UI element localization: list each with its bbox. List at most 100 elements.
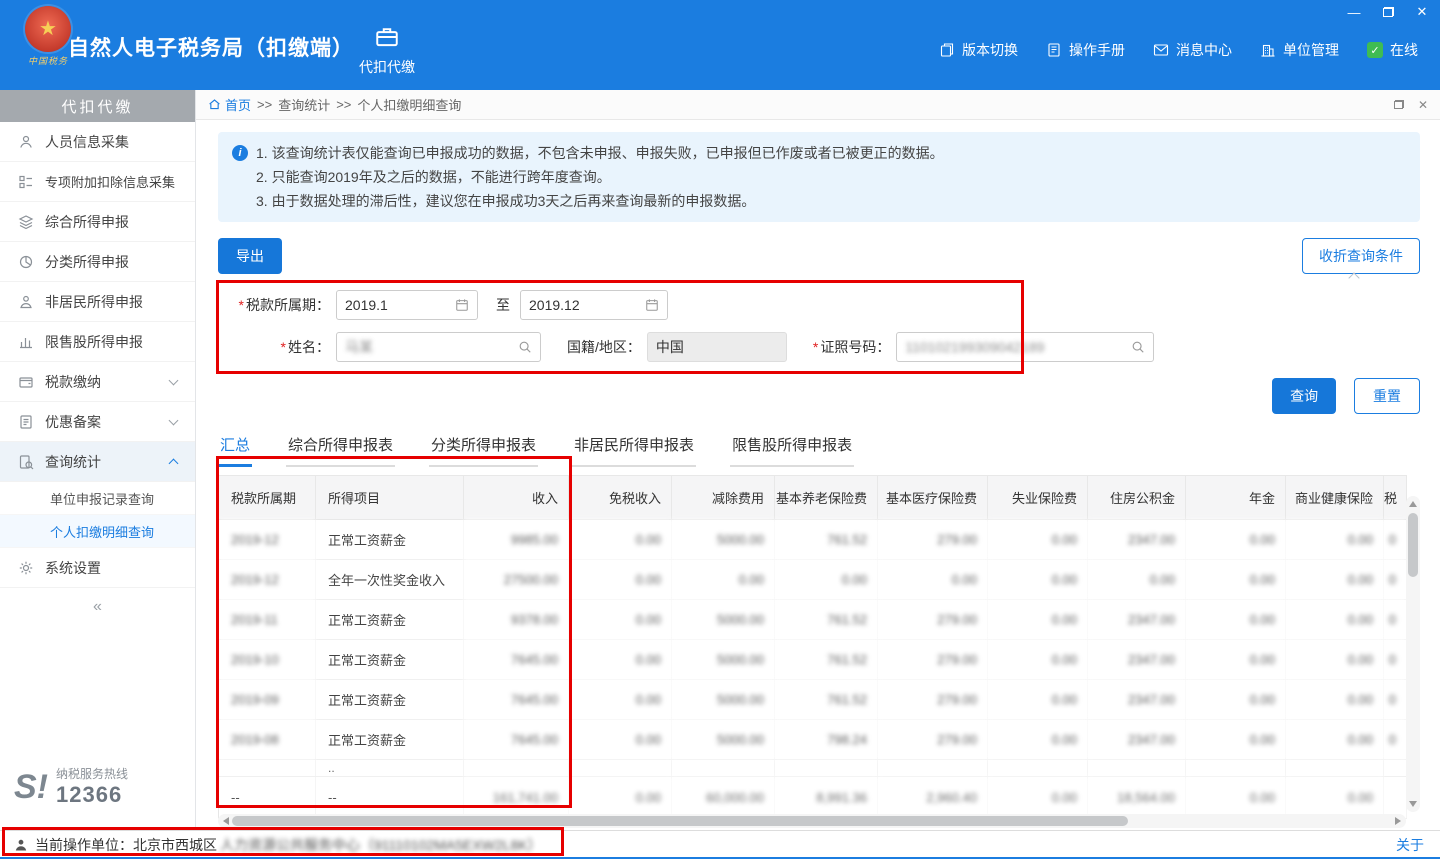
panel-restore-icon[interactable] bbox=[1394, 100, 1404, 109]
close-button[interactable]: ✕ bbox=[1414, 5, 1430, 19]
sidebar-item-restricted-shares[interactable]: 限售股所得申报 bbox=[0, 322, 195, 362]
app-window: — ✕ ★ 中国税务 自然人电子税务局（扣缴端） 代扣代缴 版本切换 bbox=[0, 0, 1440, 859]
table-cell: 279.00 bbox=[878, 640, 988, 680]
table-cell: 279.00 bbox=[878, 680, 988, 720]
search-icon[interactable] bbox=[1131, 340, 1145, 354]
vertical-scroll-thumb[interactable] bbox=[1408, 513, 1418, 577]
table-row[interactable]: 2019-09正常工资薪金7645.000.005000.00761.52279… bbox=[219, 680, 1407, 720]
content-area: i 1. 该查询统计表仅能查询已申报成功的数据，不包含未申报、申报失败，已申报但… bbox=[196, 120, 1440, 830]
horizontal-scroll-thumb[interactable] bbox=[232, 816, 1128, 826]
name-label: *姓名： bbox=[218, 337, 330, 357]
table-cell: 0.00 bbox=[1186, 640, 1286, 680]
table-row[interactable]: 2019-12全年一次性奖金收入27500.000.000.000.000.00… bbox=[219, 560, 1407, 600]
scroll-left-icon[interactable] bbox=[223, 817, 229, 825]
table-cell: 2019-08 bbox=[219, 720, 316, 760]
module-tab-withholding[interactable]: 代扣代缴 bbox=[344, 14, 430, 86]
sidebar-collapse-button[interactable]: « bbox=[0, 588, 195, 626]
scroll-up-icon[interactable] bbox=[1409, 501, 1417, 507]
calendar-icon[interactable] bbox=[455, 298, 469, 312]
hotline-number: 12366 bbox=[56, 782, 128, 808]
tab-nonresident[interactable]: 非居民所得申报表 bbox=[572, 428, 696, 467]
sidebar-item-preference-record[interactable]: 优惠备案 bbox=[0, 402, 195, 442]
table-cell: 9378.00 bbox=[464, 600, 569, 640]
deduction-icon bbox=[18, 174, 34, 190]
nav-version-switch[interactable]: 版本切换 bbox=[939, 40, 1018, 60]
table-cell: 0.00 bbox=[569, 560, 672, 600]
table-cell: 761.52 bbox=[775, 600, 878, 640]
table-row[interactable]: 2019-08正常工资薪金7645.000.005000.00798.24279… bbox=[219, 720, 1407, 760]
search-button[interactable]: 查询 bbox=[1272, 378, 1336, 414]
reset-button[interactable]: 重置 bbox=[1354, 378, 1420, 414]
sidebar-item-nonresident-income[interactable]: 非居民所得申报 bbox=[0, 282, 195, 322]
column-header: 住房公积金 bbox=[1088, 476, 1186, 520]
table-cell bbox=[219, 760, 316, 777]
sidebar-item-query-statistics[interactable]: 查询统计 bbox=[0, 442, 195, 482]
table-row[interactable]: 2019-12正常工资薪金9985.000.005000.00761.52279… bbox=[219, 520, 1407, 560]
minimize-button[interactable]: — bbox=[1346, 5, 1362, 19]
column-header: 免税收入 bbox=[569, 476, 672, 520]
table-cell bbox=[1286, 760, 1384, 777]
table-cell: 0.00 bbox=[988, 560, 1088, 600]
sidebar-subitem-personal-withholding-query[interactable]: 个人扣缴明细查询 bbox=[0, 515, 195, 548]
table-cell: 27500.00 bbox=[464, 560, 569, 600]
column-header: 所得项目 bbox=[316, 476, 464, 520]
table-cell bbox=[464, 760, 569, 777]
scroll-down-icon[interactable] bbox=[1409, 801, 1417, 807]
table-cell: 0.00 bbox=[672, 560, 775, 600]
column-header: 失业保险费 bbox=[988, 476, 1088, 520]
id-number-input[interactable]: 110102199309042189 bbox=[896, 332, 1154, 362]
sidebar-item-personnel-info[interactable]: 人员信息采集 bbox=[0, 122, 195, 162]
panel-close-icon[interactable]: ✕ bbox=[1418, 98, 1428, 112]
nav-message-center[interactable]: 消息中心 bbox=[1153, 40, 1232, 60]
table-cell: 正常工资薪金 bbox=[316, 600, 464, 640]
layers-icon bbox=[18, 214, 34, 230]
sidebar-item-special-deduction[interactable]: 专项附加扣除信息采集 bbox=[0, 162, 195, 202]
chevron-down-icon bbox=[169, 375, 179, 385]
sidebar-item-tax-payment[interactable]: 税款缴纳 bbox=[0, 362, 195, 402]
table-row[interactable]: 2019-10正常工资薪金7645.000.005000.00761.52279… bbox=[219, 640, 1407, 680]
calendar-icon[interactable] bbox=[645, 298, 659, 312]
vertical-scrollbar[interactable] bbox=[1406, 496, 1420, 812]
period-from-input[interactable]: 2019.1 bbox=[336, 290, 478, 320]
main-panel: 首页 >> 查询统计 >> 个人扣缴明细查询 ✕ i 1. 该查询统计表仅能查询… bbox=[196, 90, 1440, 830]
table-total-row[interactable]: ----161,741.000.0060,000.008,991.362,960… bbox=[219, 777, 1407, 819]
tab-restricted[interactable]: 限售股所得申报表 bbox=[730, 428, 854, 467]
table-cell: 2347.00 bbox=[1088, 720, 1186, 760]
collapse-query-button[interactable]: 收折查询条件 bbox=[1302, 238, 1420, 274]
name-input[interactable]: 马某 bbox=[336, 332, 541, 362]
nav-org-management[interactable]: 单位管理 bbox=[1260, 40, 1339, 60]
nationality-input[interactable]: 中国 bbox=[647, 332, 787, 362]
table-cell: 798.24 bbox=[775, 720, 878, 760]
table-cell: 0.00 bbox=[569, 777, 672, 819]
breadcrumb-home-link[interactable]: 首页 bbox=[208, 95, 251, 114]
table-cell: 0.00 bbox=[775, 560, 878, 600]
table-cell: 60,000.00 bbox=[672, 777, 775, 819]
table-cell: 7645.00 bbox=[464, 640, 569, 680]
hotline: S! 纳税服务热线 12366 bbox=[0, 765, 196, 808]
tab-classified[interactable]: 分类所得申报表 bbox=[429, 428, 538, 467]
sidebar-item-classified-income[interactable]: 分类所得申报 bbox=[0, 242, 195, 282]
sidebar-subitem-unit-declare-query[interactable]: 单位申报记录查询 bbox=[0, 482, 195, 515]
horizontal-scrollbar[interactable] bbox=[218, 814, 1406, 828]
search-icon[interactable] bbox=[518, 340, 532, 354]
nav-online-status[interactable]: ✓ 在线 bbox=[1367, 40, 1418, 60]
period-to-input[interactable]: 2019.12 bbox=[520, 290, 668, 320]
table-cell: 279.00 bbox=[878, 600, 988, 640]
about-link[interactable]: 关于 bbox=[1396, 835, 1424, 855]
sidebar-item-system-settings[interactable]: 系统设置 bbox=[0, 548, 195, 588]
tab-comprehensive[interactable]: 综合所得申报表 bbox=[286, 428, 395, 467]
table-cell: 5000.00 bbox=[672, 520, 775, 560]
table-row[interactable]: .. bbox=[219, 760, 1407, 777]
table-cell: 0 bbox=[1384, 720, 1407, 760]
tab-summary[interactable]: 汇总 bbox=[218, 428, 252, 467]
column-header: 年金 bbox=[1186, 476, 1286, 520]
status-bar: 当前操作单位：北京市西城区人力资源公共服务中心（91110102MA5EXW2L… bbox=[0, 830, 1440, 859]
restore-button[interactable] bbox=[1380, 5, 1396, 19]
nav-manual[interactable]: 操作手册 bbox=[1046, 40, 1125, 60]
person-row: *姓名： 马某 国籍/地区： 中国 *证照号码： 110102199309042… bbox=[218, 332, 1420, 362]
column-header: 基本医疗保险费 bbox=[878, 476, 988, 520]
sidebar-item-comprehensive-income[interactable]: 综合所得申报 bbox=[0, 202, 195, 242]
table-row[interactable]: 2019-11正常工资薪金9378.000.005000.00761.52279… bbox=[219, 600, 1407, 640]
scroll-right-icon[interactable] bbox=[1395, 817, 1401, 825]
export-button[interactable]: 导出 bbox=[218, 238, 282, 274]
